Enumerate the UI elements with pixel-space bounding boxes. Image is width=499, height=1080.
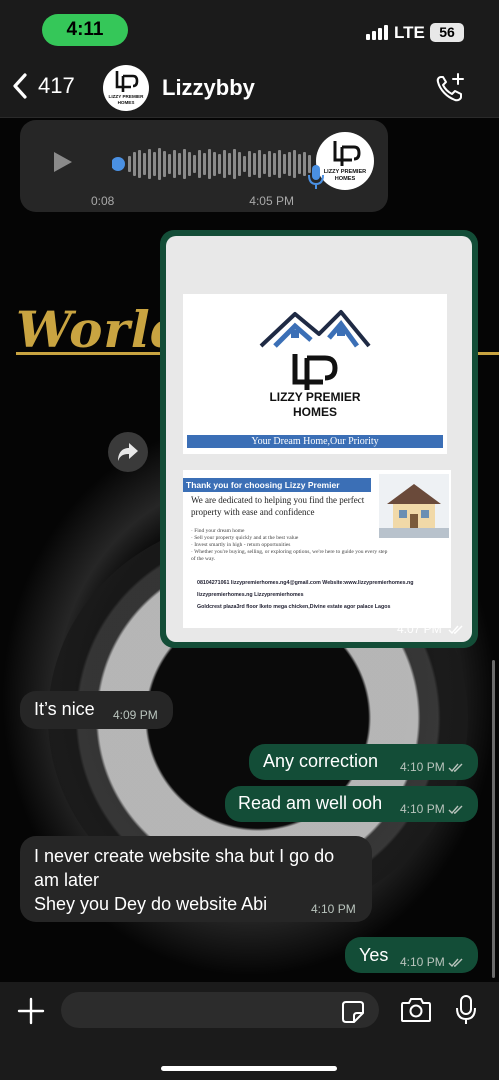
wallpaper-underline (16, 352, 166, 355)
read-receipt-icon (448, 805, 463, 814)
mic-icon[interactable] (455, 994, 477, 1026)
message-text: Read am well ooh (238, 793, 383, 813)
forward-button[interactable] (108, 432, 148, 472)
camera-icon[interactable] (400, 996, 432, 1024)
incoming-message[interactable]: It’s nice 4:09 PM (20, 691, 173, 729)
svg-text:HOMES: HOMES (335, 176, 356, 182)
svg-text:LIZZY PREMIER: LIZZY PREMIER (109, 94, 145, 99)
services-list: · Find your dream home · Sell your prope… (191, 528, 391, 563)
network-label: LTE (394, 23, 425, 42)
logo-card: LIZZY PREMIER HOMES Your Dream Home,Our … (183, 294, 447, 454)
brand-tagline: Your Dream Home,Our Priority (187, 435, 443, 448)
voice-message[interactable]: LIZZY PREMIER HOMES 0:08 4:05 PM (20, 120, 388, 212)
outgoing-message[interactable]: Yes 4:10 PM (345, 937, 478, 973)
contact-line-phone-email: 08104271061 lizzypremierhomes.ng4@gmail.… (197, 580, 414, 586)
contact-line-address: Goldcrest plaza3rd floor Iketo mega chic… (197, 604, 391, 610)
flyer-image[interactable]: LIZZY PREMIER HOMES Your Dream Home,Our … (166, 236, 472, 642)
brand-line-2: HOMES (292, 405, 337, 419)
signal-icon (366, 25, 388, 40)
status-bar: 4:11 LTE 56 (0, 0, 499, 58)
service-item: · Invest smartly in high - return opport… (191, 542, 291, 548)
back-chevron-icon (13, 73, 27, 99)
incoming-message[interactable]: I never create website sha but I go do a… (20, 836, 372, 922)
message-time: 4:10 PM (400, 955, 464, 969)
brand-line-1: LIZZY PREMIER (269, 390, 361, 404)
read-receipt-icon (448, 958, 463, 967)
mic-icon (308, 165, 324, 189)
status-time: 4:11 (42, 14, 128, 46)
message-text: It’s nice (34, 699, 95, 719)
message-input-bar (0, 982, 499, 1080)
audio-waveform[interactable] (112, 144, 317, 184)
back-button[interactable]: 417 (10, 72, 75, 100)
scrollbar[interactable] (492, 660, 495, 978)
sticker-icon[interactable] (341, 1000, 365, 1024)
thank-you-banner: Thank you for choosing Lizzy Premier Hom… (183, 478, 371, 504)
home-indicator (161, 1066, 337, 1071)
read-receipt-icon (448, 625, 463, 634)
outgoing-message[interactable]: Read am well ooh 4:10 PM (225, 786, 478, 822)
contact-avatar[interactable]: LIZZY PREMIER HOMES (103, 65, 149, 111)
message-time: 4:09 PM (113, 708, 158, 722)
dedicated-text: We are dedicated to helping you find the… (191, 495, 365, 517)
message-time-text: 4:10 PM (400, 955, 445, 969)
message-time: 4:07 PM (397, 622, 464, 636)
message-time: 4:10 PM (400, 760, 464, 774)
voice-sender-avatar: LIZZY PREMIER HOMES (316, 132, 374, 190)
message-text: Yes (359, 945, 389, 965)
info-card: Thank you for choosing Lizzy Premier Hom… (183, 470, 451, 628)
message-time: 4:05 PM (249, 194, 294, 208)
message-input[interactable] (61, 992, 379, 1028)
service-item: · Sell your property quickly and at the … (191, 535, 299, 541)
roof-logo-icon (259, 310, 371, 390)
message-time: 4:10 PM (311, 902, 356, 916)
svg-text:LIZZY PREMIER: LIZZY PREMIER (324, 169, 366, 175)
service-item: · Find your dream home (191, 528, 245, 534)
contact-name[interactable]: Lizzybby (162, 75, 255, 101)
plus-icon[interactable] (16, 996, 46, 1026)
service-item: · Whether you're buying, selling, or exp… (191, 549, 388, 562)
message-time-text: 4:07 PM (396, 622, 442, 636)
forward-icon (118, 443, 138, 461)
brand-name: LIZZY PREMIER HOMES (183, 390, 447, 420)
image-message[interactable]: LIZZY PREMIER HOMES Your Dream Home,Our … (160, 230, 478, 648)
brand-logo-icon: LIZZY PREMIER HOMES (324, 141, 366, 182)
message-text: Any correction (263, 751, 379, 771)
contact-line-social: lizzypremierhomes.ng Lizzypremierhomes (197, 592, 304, 598)
message-time-text: 4:10 PM (400, 760, 445, 774)
unread-count: 417 (38, 73, 75, 98)
brand-logo-icon: LIZZY PREMIER HOMES (109, 71, 145, 105)
call-add-icon[interactable] (434, 72, 466, 104)
message-time: 4:10 PM (400, 802, 464, 816)
read-receipt-icon (448, 763, 463, 772)
play-icon[interactable] (52, 150, 74, 174)
battery-icon: 56 (430, 23, 464, 42)
voice-duration: 0:08 (91, 194, 115, 208)
message-time-text: 4:10 PM (400, 802, 445, 816)
chat-header: 417 LIZZY PREMIER HOMES Lizzybby (0, 58, 499, 118)
svg-text:HOMES: HOMES (118, 100, 135, 105)
outgoing-message[interactable]: Any correction 4:10 PM (249, 744, 478, 780)
chat-screen: World 4:11 LTE 56 417 LIZZY PREMIER HOME… (0, 0, 499, 1080)
